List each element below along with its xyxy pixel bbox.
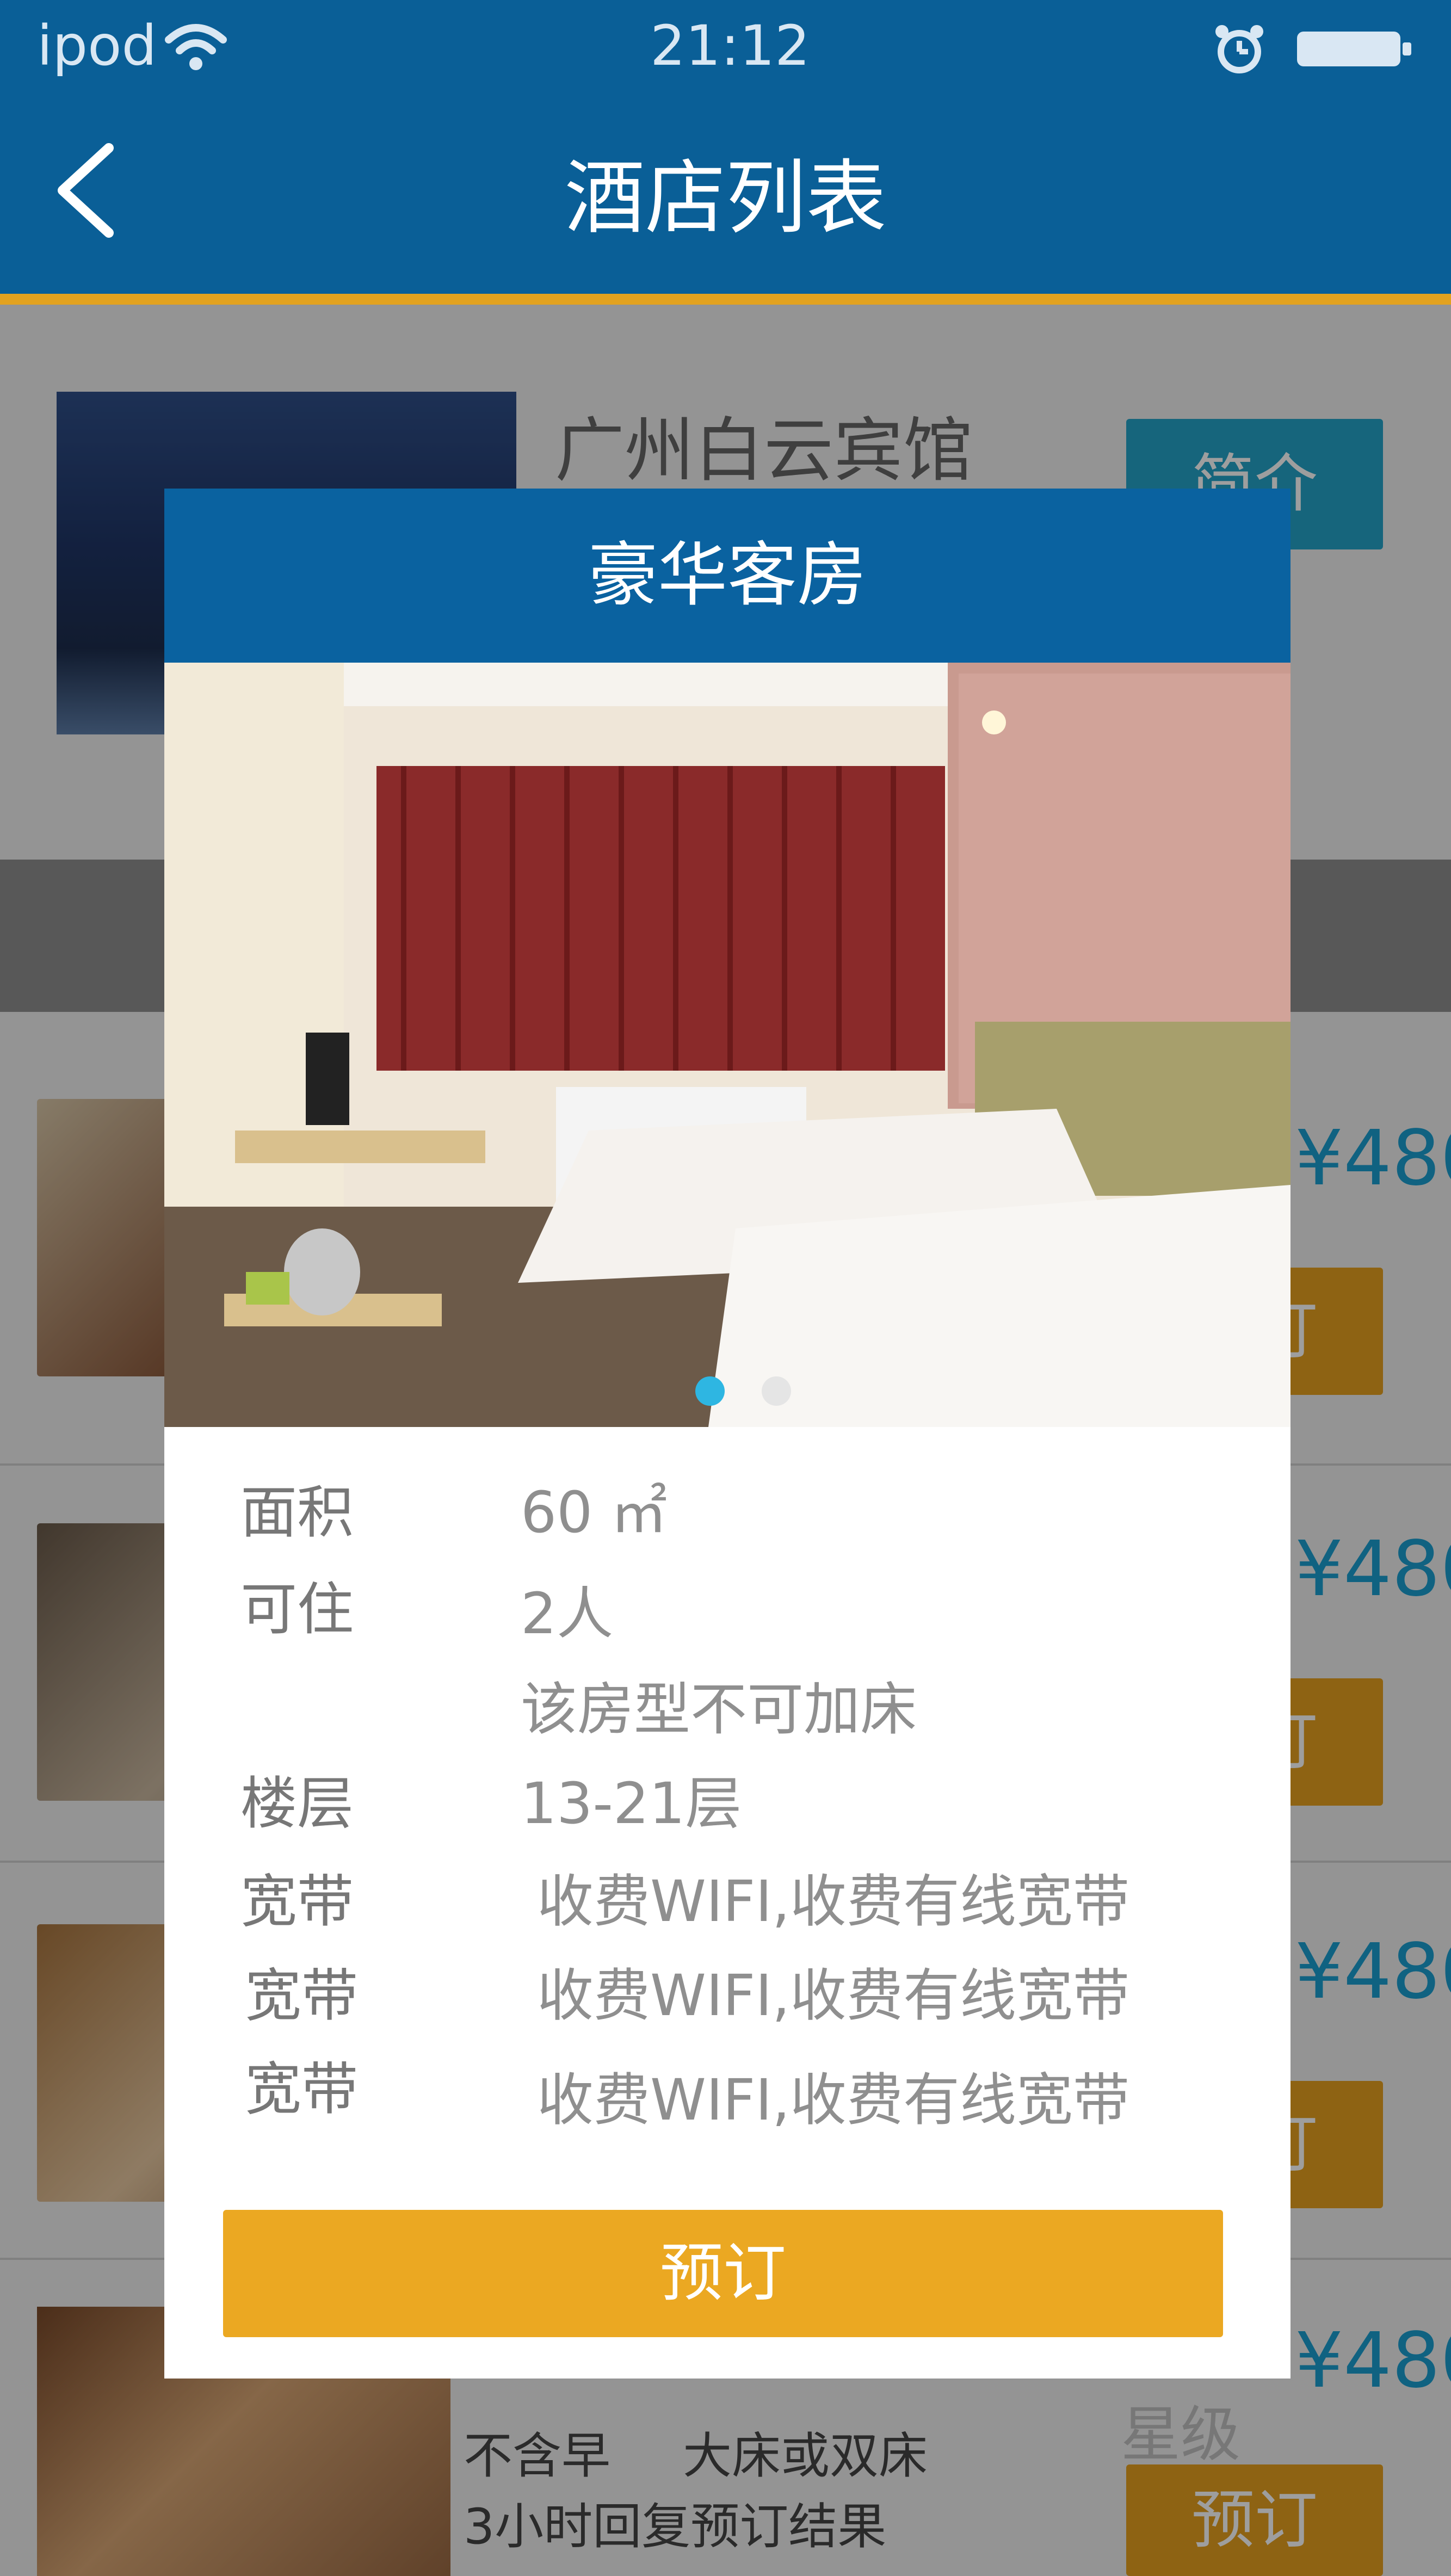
broadband-value: 收费WIFI,收费有线宽带	[537, 1868, 1130, 1935]
broadband-label: 宽带	[240, 1868, 354, 1935]
room-photo-carousel[interactable]	[164, 663, 1291, 1427]
broadband-value: 收费WIFI,收费有线宽带	[537, 1962, 1130, 2029]
room-detail-modal: 豪华客房 面积 60 ㎡ 可住 2人 该房型不可加床 楼层 13-21层 宽带 …	[164, 489, 1291, 2379]
battery-icon	[1297, 32, 1411, 66]
area-value: 60 ㎡	[521, 1479, 668, 1546]
alarm-icon	[1215, 25, 1263, 73]
broadband-value: 收费WIFI,收费有线宽带	[537, 2067, 1130, 2133]
extra-bed-note: 该房型不可加床	[521, 1676, 917, 1743]
area-label: 面积	[240, 1479, 354, 1546]
book-button[interactable]: 预订	[223, 2210, 1223, 2337]
modal-title: 豪华客房	[164, 489, 1291, 663]
status-time: 21:12	[650, 14, 810, 78]
carousel-dot-active[interactable]	[695, 1376, 725, 1406]
carrier-label: ipod	[37, 14, 157, 78]
wifi-icon	[165, 24, 227, 70]
broadband-label: 宽带	[245, 2056, 359, 2122]
page-title: 酒店列表	[564, 151, 887, 245]
floor-label: 楼层	[240, 1770, 354, 1837]
floor-value: 13-21层	[521, 1770, 742, 1837]
room-photo	[164, 663, 1291, 1427]
carousel-dot[interactable]	[762, 1376, 791, 1406]
capacity-value: 2人	[521, 1580, 614, 1647]
nav-accent-line	[0, 294, 1451, 305]
capacity-label: 可住	[240, 1576, 354, 1642]
broadband-label: 宽带	[245, 1962, 359, 2029]
